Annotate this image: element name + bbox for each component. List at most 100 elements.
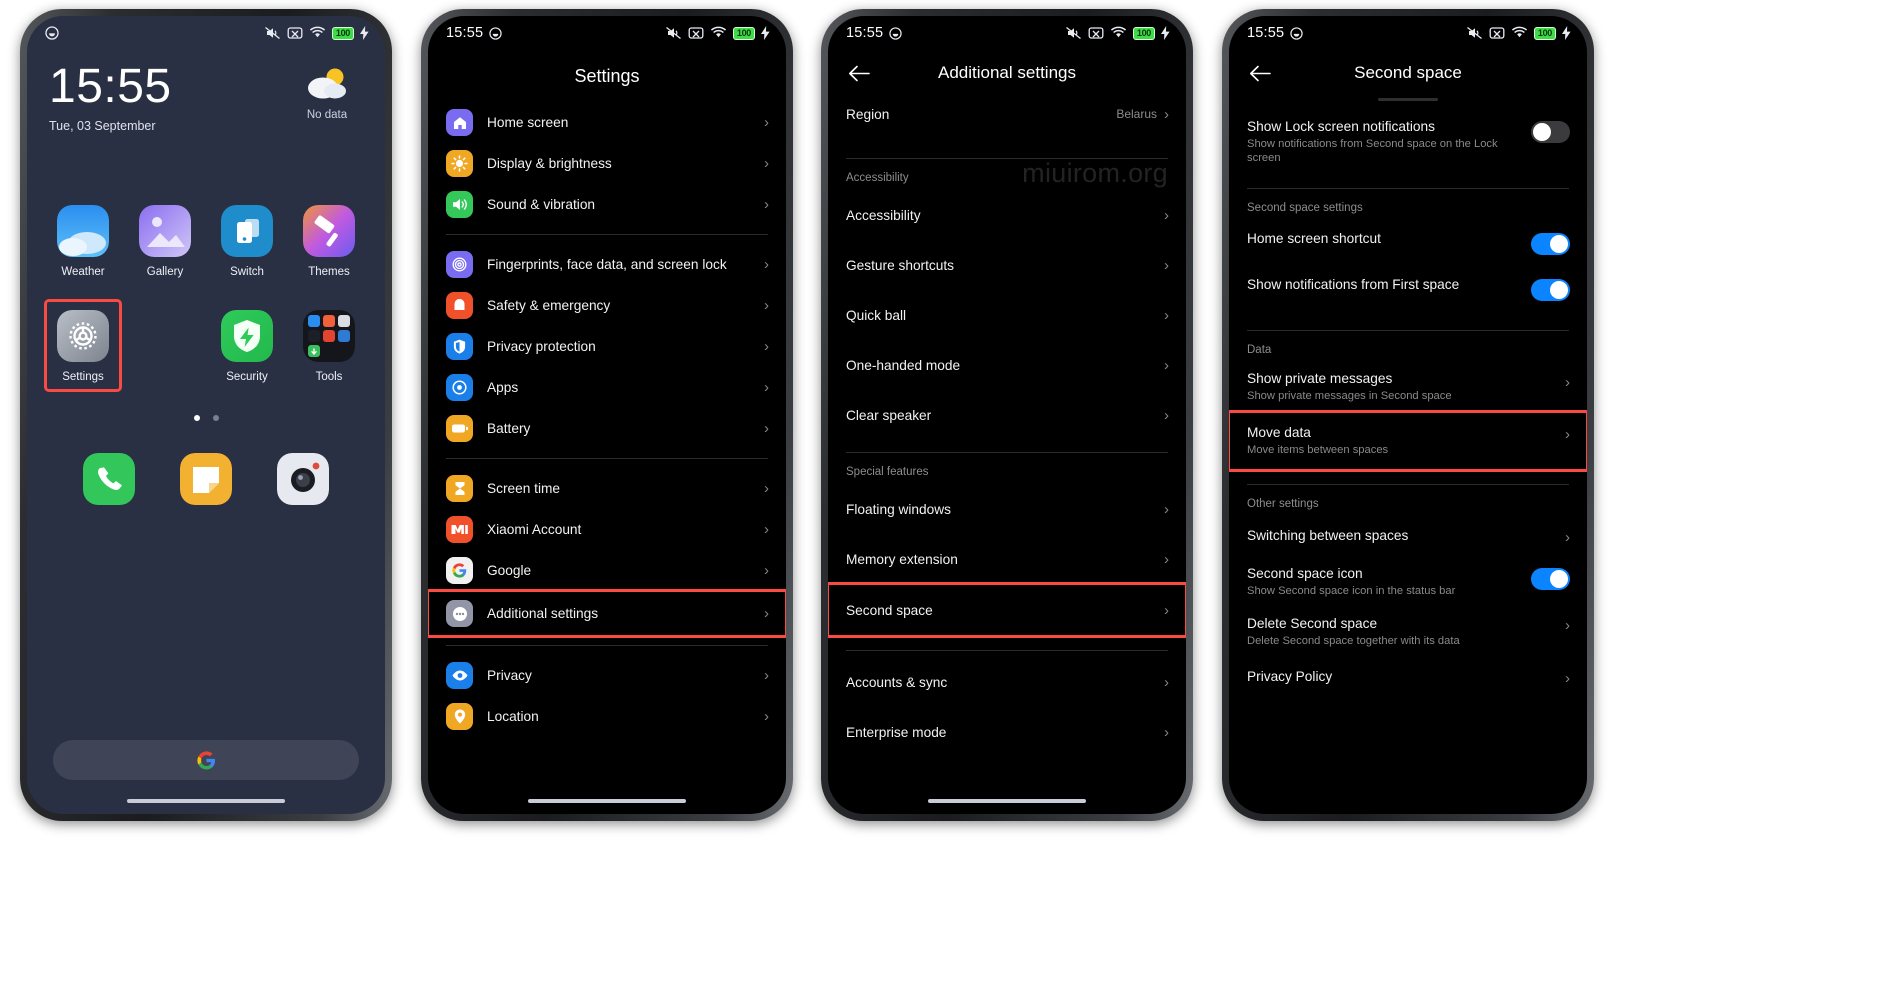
mute-icon — [665, 26, 682, 40]
setting-row-move-data[interactable]: Move data Move items between spaces › — [1229, 410, 1587, 472]
setting-subtitle: Delete Second space together with its da… — [1247, 635, 1460, 647]
app-weather[interactable]: Weather — [47, 205, 119, 278]
setting-row-notifications-first-space[interactable]: Show notifications from First space — [1229, 266, 1587, 312]
setting-row-sound[interactable]: Sound & vibration › — [428, 184, 786, 225]
setting-row-delete-second-space[interactable]: Delete Second space Delete Second space … — [1229, 607, 1587, 657]
setting-row-additional-settings[interactable]: Additional settings › — [428, 589, 786, 638]
setting-row-home-screen[interactable]: Home screen › — [428, 102, 786, 143]
setting-row-gesture-shortcuts[interactable]: Gesture shortcuts › — [828, 240, 1186, 290]
weather-widget[interactable]: No data — [291, 66, 363, 121]
charging-icon — [1161, 26, 1170, 40]
setting-row-show-private-messages[interactable]: Show private messages Show private messa… — [1229, 362, 1587, 412]
setting-row-clear-speaker[interactable]: Clear speaker › — [828, 390, 1186, 440]
hourglass-icon — [446, 475, 473, 502]
setting-row-enterprise-mode[interactable]: Enterprise mode › — [828, 707, 1186, 757]
app-settings[interactable]: Settings — [44, 299, 122, 393]
setting-row-second-space[interactable]: Second space › — [828, 582, 1186, 638]
setting-row-floating-windows[interactable]: Floating windows › — [828, 484, 1186, 534]
setting-row-xiaomi-account[interactable]: Xiaomi Account › — [428, 509, 786, 550]
setting-row-display[interactable]: Display & brightness › — [428, 143, 786, 184]
dots-icon — [446, 600, 473, 627]
phone-app-icon[interactable] — [83, 453, 136, 506]
setting-row-lock-screen-notifications[interactable]: Show Lock screen notifications Show noti… — [1229, 110, 1587, 174]
divider — [1247, 330, 1569, 331]
setting-value: Off — [1536, 373, 1558, 390]
second-space-icon-toggle[interactable] — [1531, 568, 1570, 590]
setting-label: Clear speaker — [846, 407, 932, 423]
home-screen-shortcut-toggle[interactable] — [1531, 233, 1570, 255]
app-gallery[interactable]: Gallery — [129, 205, 201, 278]
setting-row-home-screen-shortcut[interactable]: Home screen shortcut — [1229, 220, 1587, 266]
setting-title: Show notifications from First space — [1247, 277, 1460, 292]
setting-subtitle: Move items between spaces — [1247, 444, 1389, 456]
setting-label: Xiaomi Account — [487, 522, 582, 537]
home-indicator[interactable] — [928, 799, 1086, 803]
chevron-right-icon: › — [764, 605, 769, 622]
shield-icon — [446, 333, 473, 360]
gallery-app-icon — [139, 205, 191, 258]
app-tools-folder[interactable]: Tools — [293, 310, 365, 383]
setting-row-google[interactable]: Google › — [428, 550, 786, 591]
setting-row-quick-ball[interactable]: Quick ball › — [828, 290, 1186, 340]
chevron-right-icon: › — [764, 379, 769, 396]
setting-row-safety[interactable]: Safety & emergency › — [428, 285, 786, 326]
setting-title: Delete Second space — [1247, 616, 1378, 631]
back-arrow-icon[interactable] — [1247, 60, 1273, 86]
home-indicator[interactable] — [528, 799, 686, 803]
chevron-right-icon: › — [764, 114, 769, 131]
setting-row-location[interactable]: Location › — [428, 696, 786, 737]
clock-weather-widget[interactable]: 15:55 Tue, 03 September No data — [27, 50, 385, 133]
page-title: Additional settings — [938, 63, 1076, 82]
screenshot-root: 100 15:55 Tue, 03 September No data Weat… — [0, 0, 1889, 982]
setting-row-privacy-policy[interactable]: Privacy Policy › — [1229, 657, 1587, 698]
app-switch[interactable]: Switch — [211, 205, 283, 278]
chevron-right-icon: › — [1164, 256, 1169, 274]
setting-row-region[interactable]: Region Belarus › — [828, 96, 1186, 132]
battery-icon: 100 — [1132, 26, 1155, 40]
setting-row-one-handed-mode[interactable]: One-handed mode › — [828, 340, 1186, 390]
chevron-right-icon: › — [1565, 426, 1570, 443]
back-arrow-icon[interactable] — [846, 60, 872, 86]
app-security[interactable]: Security — [211, 310, 283, 383]
dock — [27, 421, 385, 506]
page-dot-active[interactable] — [193, 415, 200, 422]
setting-row-apps[interactable]: Apps › — [428, 367, 786, 408]
weather-label: No data — [306, 109, 348, 121]
setting-row-second-space-icon[interactable]: Second space icon Show Second space icon… — [1229, 557, 1587, 607]
chevron-right-icon: › — [1565, 529, 1570, 546]
page-dot[interactable] — [212, 415, 219, 422]
status-time: 15:55 — [1247, 25, 1285, 41]
notes-app-icon[interactable] — [179, 453, 232, 506]
setting-subtitle: Show private messages in Second space — [1247, 390, 1452, 402]
phone3-screen: 15:55 100 Additional settings miuirom.or… — [828, 16, 1186, 814]
setting-row-memory-extension[interactable]: Memory extension › — [828, 534, 1186, 584]
setting-label: Quick ball — [846, 307, 907, 323]
apps-icon — [446, 374, 473, 401]
setting-row-screen-time[interactable]: Screen time › — [428, 468, 786, 509]
home-indicator[interactable] — [127, 799, 285, 803]
face-unlock-icon — [45, 26, 59, 40]
setting-row-accounts-sync[interactable]: Accounts & sync › — [828, 657, 1186, 707]
setting-row-switching-between-spaces[interactable]: Switching between spaces › — [1229, 516, 1587, 557]
setting-row-privacy-protection[interactable]: Privacy protection › — [428, 326, 786, 367]
search-bar[interactable] — [53, 740, 359, 780]
clock-widget[interactable]: 15:55 Tue, 03 September — [49, 62, 172, 133]
google-icon — [446, 557, 473, 584]
battery-icon: 100 — [1533, 26, 1556, 40]
setting-label: Additional settings — [487, 606, 599, 621]
lock-screen-notifications-toggle[interactable] — [1531, 121, 1570, 143]
setting-label: Region — [846, 106, 890, 122]
setting-row-battery[interactable]: Battery › — [428, 408, 786, 449]
setting-title: Switching between spaces — [1247, 528, 1409, 543]
app-themes[interactable]: Themes — [293, 205, 365, 278]
setting-row-accessibility[interactable]: Accessibility › — [828, 190, 1186, 240]
phone-2-settings: 15:55 100 Settings Home screen › Display… — [421, 9, 793, 821]
show-notifications-first-space-toggle[interactable] — [1531, 279, 1570, 301]
divider — [1247, 188, 1569, 189]
second-space-list: Show Lock screen notifications Show noti… — [1229, 96, 1587, 698]
camera-app-icon[interactable] — [276, 453, 329, 506]
setting-row-privacy[interactable]: Privacy › — [428, 655, 786, 696]
setting-title: Second space icon — [1247, 566, 1363, 581]
chevron-right-icon: › — [1164, 206, 1169, 224]
setting-row-fingerprints[interactable]: Fingerprints, face data, and screen lock… — [428, 244, 786, 285]
